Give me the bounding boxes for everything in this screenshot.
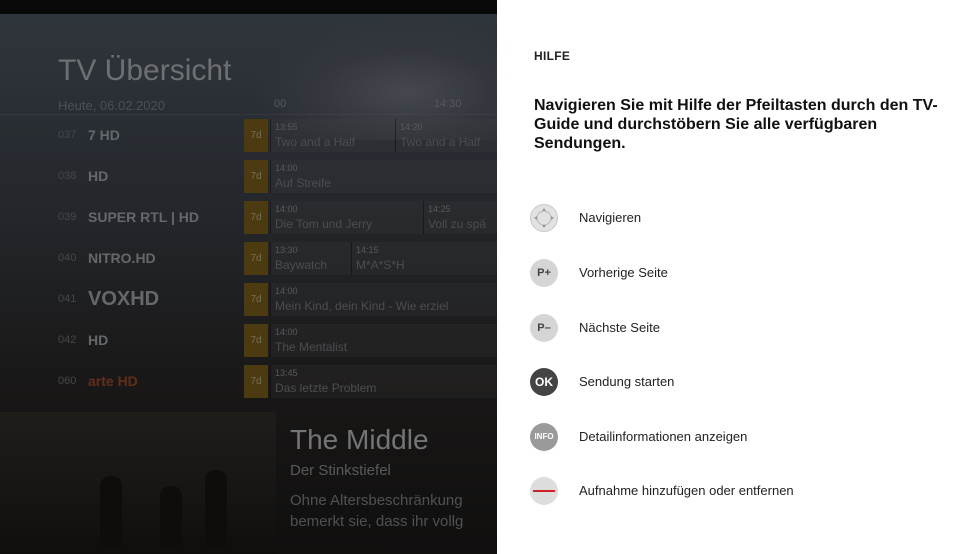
record-icon <box>530 477 558 505</box>
help-panel: HILFE Navigieren Sie mit Hilfe der Pfeil… <box>497 0 979 554</box>
help-heading: HILFE <box>534 49 571 63</box>
scroll-fade <box>497 514 979 554</box>
ok-icon: OK <box>530 368 558 396</box>
tv-guide-screen: TV Übersicht Heute, 06.02.2020 00 14:30 … <box>0 0 979 554</box>
page-up-icon: P+ <box>530 259 558 287</box>
nav-pad-icon <box>530 204 558 232</box>
info-icon: INFO <box>530 423 558 451</box>
help-item-label: Nächste Seite <box>579 320 660 335</box>
help-item-label: Vorherige Seite <box>579 265 668 280</box>
help-item-label: Navigieren <box>579 210 642 225</box>
help-item-label: Detailinformationen anzeigen <box>579 429 748 444</box>
page-down-icon: P– <box>530 314 558 342</box>
help-item-label: Aufnahme hinzufügen oder entfernen <box>579 483 794 498</box>
help-description: Navigieren Sie mit Hilfe der Pfeiltasten… <box>534 97 938 152</box>
help-item-label: Sendung starten <box>579 374 675 389</box>
